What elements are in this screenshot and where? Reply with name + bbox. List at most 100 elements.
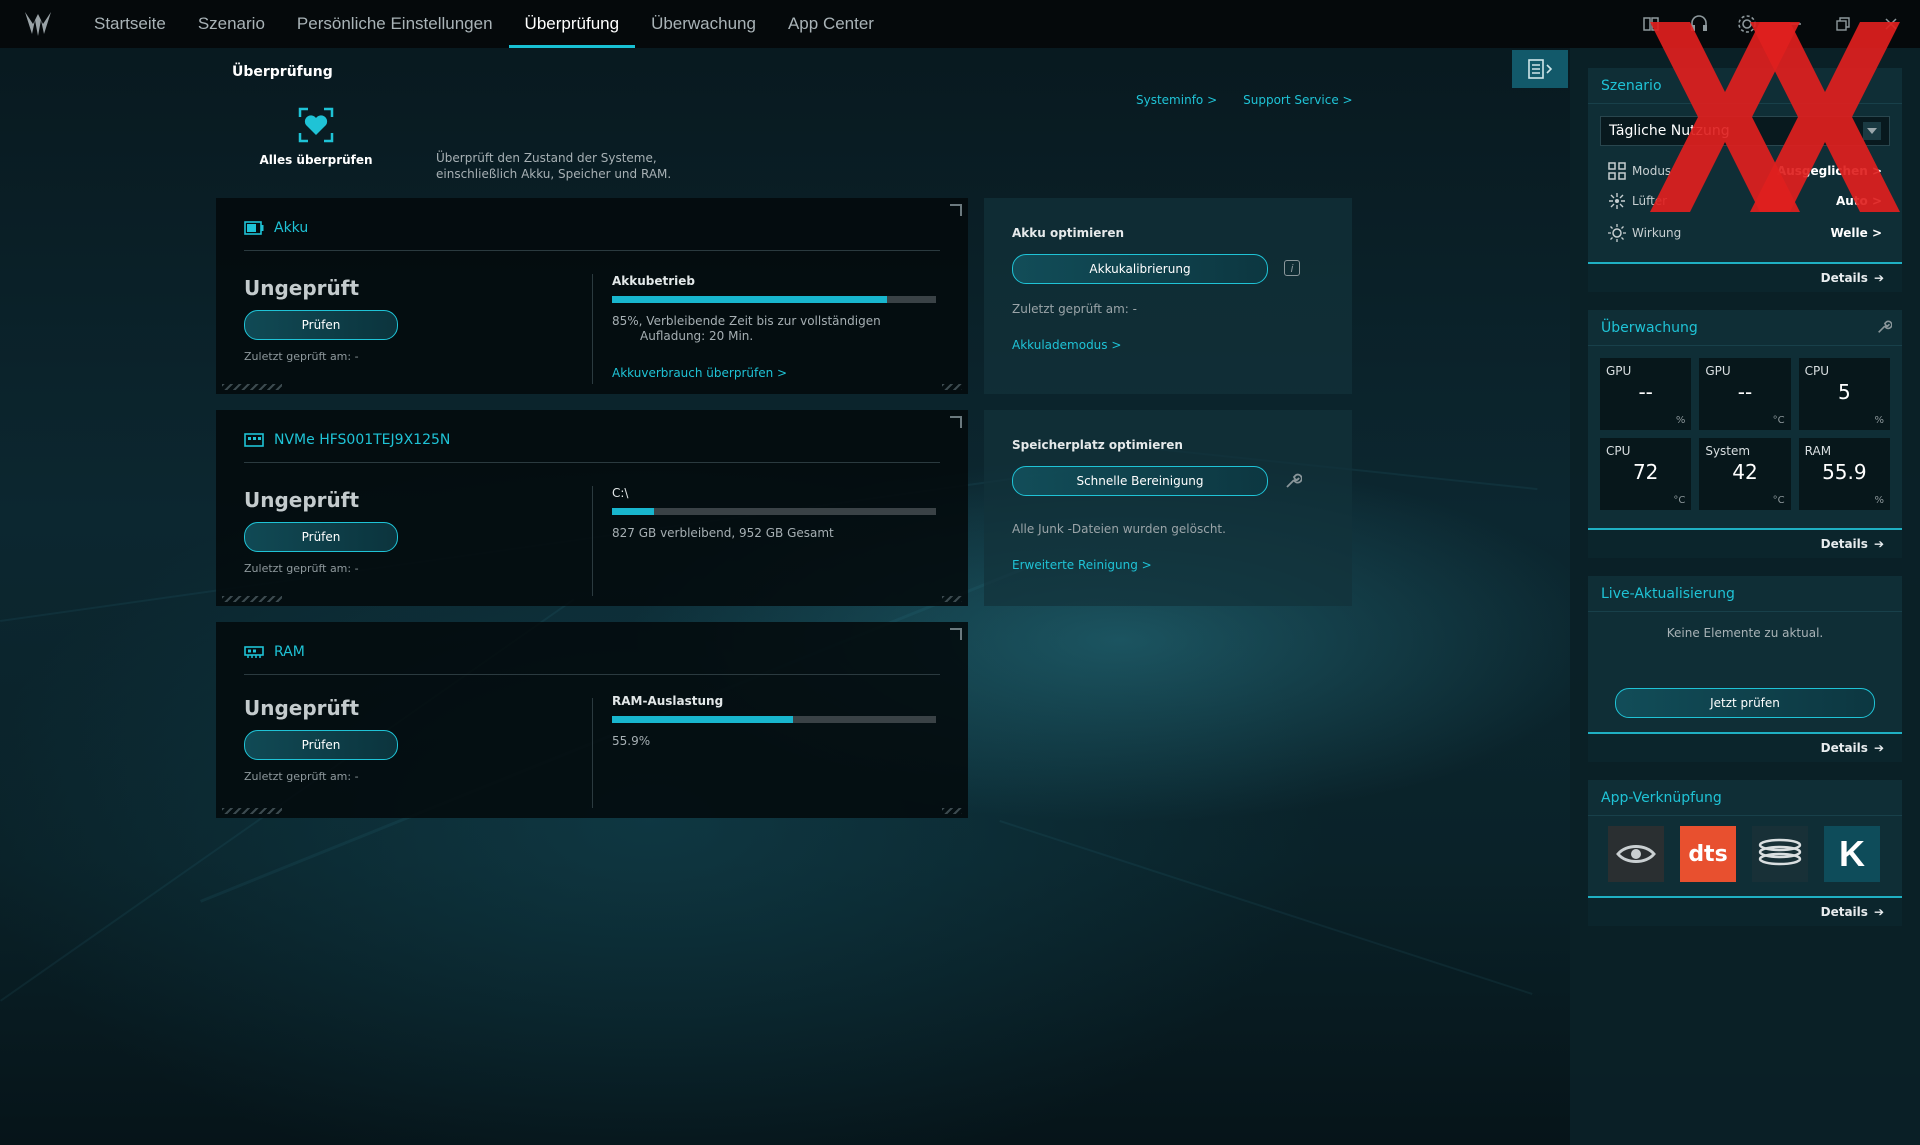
sun-effect-icon [1608,224,1626,242]
nvme-metric-text: 827 GB verbleibend, 952 GB Gesamt [612,526,834,540]
nvme-progress-fill [612,508,655,515]
monitor-gpu-usage: GPU --% [1600,358,1692,430]
scenario-row-modus[interactable]: Modus Ausgeglichen > [1608,160,1882,182]
ram-metric-label: RAM-Auslastung [612,694,724,708]
nvme-metric-label: C:\ [612,486,629,500]
arrow-right-icon: ➔ [1873,271,1884,285]
ram-progress-bar [612,716,936,723]
live-update-details-link[interactable]: Details ➔ [1588,732,1902,762]
nvidia-app-icon[interactable] [1608,826,1664,882]
akku-status: Ungeprüft [244,276,360,300]
live-update-widget-header: Live-Aktualisierung [1588,576,1902,612]
monitor-gpu-temp: GPU -- °C [1699,358,1791,430]
akku-metric-text: 85%, Verbleibende Zeit bis zur vollständ… [612,314,881,343]
check-now-button[interactable]: Jetzt prüfen [1615,688,1875,718]
wrench-icon[interactable] [1876,319,1893,339]
live-update-empty-text: Keine Elemente zu aktual. [1666,626,1824,640]
ram-status: Ungeprüft [244,696,360,720]
ram-card: RAM Ungeprüft Prüfen Zuletzt geprüft am:… [216,622,968,818]
app-shortcuts-widget: App-Verknüpfung dts K Details ➔ [1588,780,1902,926]
app-shortcuts-details-link[interactable]: Details ➔ [1588,896,1902,926]
akku-card-header: Akku [244,220,308,236]
check-all-label: Alles überprüfen [259,153,373,167]
nav-ueberpruefung[interactable]: Überprüfung [508,0,636,48]
akku-metric-label: Akkubetrieb [612,274,696,288]
scenario-row-luefter[interactable]: Lüfter Auto > [1608,190,1882,212]
akku-calibration-button[interactable]: Akkukalibrierung [1012,254,1268,284]
scenario-widget-header: Szenario [1588,68,1902,104]
coil-app-icon[interactable] [1752,826,1808,882]
nav-szenario[interactable]: Szenario [182,0,281,48]
close-icon[interactable] [1878,11,1904,37]
arrow-right-icon: ➔ [1873,741,1884,755]
ram-card-header: RAM [244,644,305,660]
akku-card: Akku Ungeprüft Prüfen Zuletzt geprüft am… [216,198,968,394]
scenario-widget: Szenario Tägliche Nutzung Modus Ausgegli… [1588,68,1902,292]
storage-cleaned-text: Alle Junk -Dateien wurden gelöscht. [1012,522,1226,536]
akku-usage-link[interactable]: Akkuverbrauch überprüfen > [612,366,787,380]
check-all-button[interactable]: Alles überprüfen [256,105,376,167]
scenario-select[interactable]: Tägliche Nutzung [1600,116,1890,146]
scenario-row-wirkung[interactable]: Wirkung Welle > [1608,222,1882,244]
akku-last-checked: Zuletzt geprüft am: - [244,350,359,363]
arrow-right-icon: ➔ [1873,537,1884,551]
book-icon[interactable] [1638,11,1664,37]
nav-startseite[interactable]: Startseite [78,0,182,48]
scenario-details-link[interactable]: Details ➔ [1588,262,1902,292]
restore-icon[interactable] [1830,11,1856,37]
minimize-icon[interactable] [1782,11,1808,37]
systeminfo-link[interactable]: Systeminfo > [1136,93,1217,107]
fan-icon [1609,193,1625,209]
dts-app-icon[interactable]: dts [1680,826,1736,882]
akku-progress-bar [612,296,936,303]
main-nav: Startseite Szenario Persönliche Einstell… [78,0,890,48]
akku-progress-fill [612,296,888,303]
nvme-progress-bar [612,508,936,515]
monitoring-details-link[interactable]: Details ➔ [1588,528,1902,558]
nvme-status: Ungeprüft [244,488,360,512]
gear-icon[interactable] [1734,11,1760,37]
arrow-right-icon: ➔ [1873,905,1884,919]
window-controls [1638,0,1904,48]
nav-app-center[interactable]: App Center [772,0,890,48]
grid-mode-icon [1608,162,1626,180]
monitor-cpu-temp: CPU 72 °C [1600,438,1692,510]
panel-collapse-button[interactable] [1512,50,1568,88]
nvme-last-checked: Zuletzt geprüft am: - [244,562,359,575]
ram-icon [244,646,264,658]
akku-charge-mode-link[interactable]: Akkulademodus > [1012,338,1121,352]
monitoring-grid: GPU --% GPU -- °C CPU 5% CPU 72 °C System 42 °C … [1600,358,1890,510]
akku-title: Akku [274,220,309,236]
app-shortcuts-widget-header: App-Verknüpfung [1588,780,1902,816]
nav-ueberwachung[interactable]: Überwachung [635,0,772,48]
monitor-system-temp: System 42 °C [1699,438,1791,510]
check-all-description: Überprüft den Zustand der Systeme, einsc… [436,151,672,181]
monitor-cpu-usage: CPU 5% [1798,358,1890,430]
top-nav-bar: Startseite Szenario Persönliche Einstell… [0,0,1920,48]
info-icon[interactable]: i [1284,260,1300,276]
nvme-check-button[interactable]: Prüfen [244,522,398,552]
akku-check-button[interactable]: Prüfen [244,310,398,340]
akku-optimize-card: Akku optimieren Akkukalibrierung i Zulet… [984,198,1352,394]
nav-persoenliche-einstellungen[interactable]: Persönliche Einstellungen [281,0,509,48]
nvme-card-header: NVMe HFS001TEJ9X125N [244,432,450,448]
wrench-icon[interactable] [1284,472,1303,490]
nvme-card: NVMe HFS001TEJ9X125N Ungeprüft Prüfen Zu… [216,410,968,606]
chevron-down-icon [1863,122,1881,140]
header-links: Systeminfo > Support Service > [1136,93,1353,107]
ram-metric-text: 55.9% [612,734,651,748]
ram-title: RAM [274,644,305,660]
monitoring-widget: Überwachung GPU --% GPU -- °C CPU 5% CPU 72 °C… [1588,310,1902,558]
k-app-icon[interactable]: K [1824,826,1880,882]
page-title: Überprüfung [232,64,333,80]
nvme-title: NVMe HFS001TEJ9X125N [274,432,451,448]
support-service-link[interactable]: Support Service > [1243,93,1352,107]
headset-icon[interactable] [1686,11,1712,37]
quick-cleanup-button[interactable]: Schnelle Bereinigung [1012,466,1268,496]
advanced-cleanup-link[interactable]: Erweiterte Reinigung > [1012,558,1152,572]
monitoring-widget-header: Überwachung [1588,310,1902,346]
heart-scan-icon [296,105,336,145]
panel-toggle-icon [1528,59,1553,79]
akku-optimize-last-checked: Zuletzt geprüft am: - [1012,302,1137,316]
ram-check-button[interactable]: Prüfen [244,730,398,760]
